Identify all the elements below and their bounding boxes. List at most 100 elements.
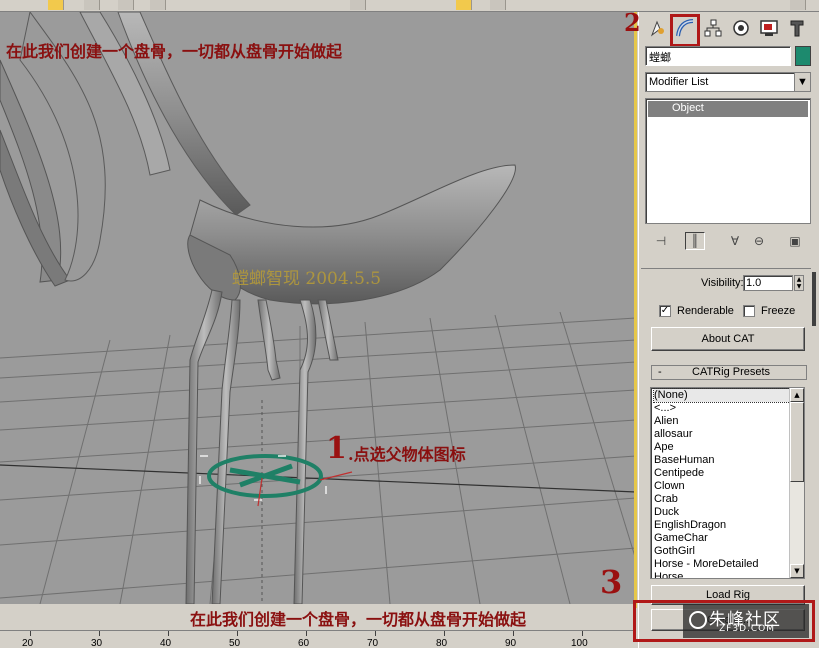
motion-icon: [733, 20, 749, 36]
list-item[interactable]: Horse - MoreDetailed: [654, 558, 790, 571]
tick-label: 40: [160, 638, 172, 648]
toolbar-button[interactable]: [350, 0, 366, 10]
tick-label: 90: [505, 638, 517, 648]
object-name-field[interactable]: 螳螂: [645, 46, 791, 66]
tick-mark: [237, 631, 238, 636]
modifier-list-label: Modifier List: [649, 76, 709, 88]
tick-mark: [375, 631, 376, 636]
tick-mark: [99, 631, 100, 636]
tick-label: 80: [436, 638, 448, 648]
timeline-ruler[interactable]: 20 30 40 50 60 70 80 90 100: [0, 630, 636, 648]
tick-mark: [444, 631, 445, 636]
scroll-thumb[interactable]: [790, 402, 804, 482]
show-end-result-icon[interactable]: ║: [685, 232, 705, 250]
create-tab[interactable]: [645, 16, 669, 40]
panel-scroll-thumb[interactable]: [812, 272, 816, 326]
list-item[interactable]: allosaur: [654, 428, 790, 441]
stack-item-object[interactable]: Object: [648, 101, 808, 117]
viewport-scene: [0, 12, 636, 604]
renderable-checkbox[interactable]: ✓: [659, 305, 671, 317]
list-item[interactable]: Duck: [654, 506, 790, 519]
catrig-rollout: Visibility: 1.0 ▲ ▼ ✓ Renderable Freeze A…: [641, 268, 811, 648]
list-item[interactable]: BaseHuman: [654, 454, 790, 467]
remove-modifier-icon[interactable]: ⊖: [749, 232, 769, 250]
viewport-background: [0, 12, 636, 604]
list-item[interactable]: Horse: [654, 571, 790, 578]
visibility-field[interactable]: 1.0: [743, 275, 793, 291]
modify-tab-highlight: [670, 14, 700, 47]
make-unique-icon[interactable]: ∀: [725, 232, 745, 250]
toolbar-button[interactable]: [490, 0, 506, 10]
scroll-down-icon[interactable]: ▼: [790, 564, 804, 578]
display-tab[interactable]: [757, 16, 781, 40]
utilities-tab[interactable]: [785, 16, 809, 40]
list-item[interactable]: Alien: [654, 415, 790, 428]
presets-scrollbar[interactable]: ▲ ▼: [789, 388, 804, 578]
visibility-label: Visibility:: [701, 277, 744, 289]
tick-label: 50: [229, 638, 241, 648]
hierarchy-icon: [704, 19, 722, 37]
collapse-icon: -: [658, 366, 662, 378]
tick-label: 100: [571, 638, 588, 648]
toolbar-button[interactable]: [118, 0, 134, 10]
tick-mark: [30, 631, 31, 636]
visibility-spinner[interactable]: ▲ ▼: [794, 275, 804, 291]
list-item[interactable]: GothGirl: [654, 545, 790, 558]
catrig-presets-list[interactable]: (None) <...> Alien allosaur Ape BaseHuma…: [650, 387, 805, 579]
tick-mark: [582, 631, 583, 636]
stack-toolbar: ⊣ ║ ∀ ⊖ ▣: [645, 230, 811, 252]
pin-stack-icon[interactable]: ⊣: [651, 232, 671, 250]
toolbar-select-button[interactable]: [48, 0, 64, 10]
list-item[interactable]: Crab: [654, 493, 790, 506]
list-item[interactable]: EnglishDragon: [654, 519, 790, 532]
modifier-stack[interactable]: Object: [645, 98, 811, 224]
tick-label: 20: [22, 638, 34, 648]
toolbar-button[interactable]: [84, 0, 100, 10]
main-toolbar: [0, 0, 819, 12]
tick-label: 60: [298, 638, 310, 648]
modifier-list-dropdown[interactable]: Modifier List ▼: [645, 72, 811, 92]
presets-title: CATRig Presets: [692, 366, 771, 378]
create-icon: [650, 20, 664, 37]
tick-mark: [513, 631, 514, 636]
about-cat-button[interactable]: About CAT: [651, 327, 805, 351]
list-item[interactable]: <...>: [654, 402, 790, 415]
catrig-presets-rollout-header[interactable]: - CATRig Presets: [651, 365, 807, 380]
tick-mark: [306, 631, 307, 636]
list-item[interactable]: Centipede: [654, 467, 790, 480]
logo-mark-icon: [689, 611, 707, 629]
viewport-active-border: [634, 12, 637, 608]
toolbar-snap-button[interactable]: [456, 0, 472, 10]
step1-label: .点选父物体图标: [348, 445, 466, 464]
motion-tab[interactable]: [729, 16, 753, 40]
list-item[interactable]: Clown: [654, 480, 790, 493]
renderable-label: Renderable: [677, 305, 734, 317]
command-panel-tabs: [639, 14, 819, 47]
command-panel-scrollbar[interactable]: [811, 268, 817, 638]
site-logo: 朱峰社区 ZF3D.COM: [683, 604, 809, 638]
configure-sets-icon[interactable]: ▣: [785, 232, 805, 250]
hierarchy-tab[interactable]: [701, 16, 725, 40]
step1-number: 1: [326, 431, 347, 466]
step3-number: 3: [600, 563, 623, 601]
list-item[interactable]: GameChar: [654, 532, 790, 545]
list-item[interactable]: (None): [653, 388, 791, 403]
toolbar-button[interactable]: [150, 0, 166, 10]
step2-number: 2: [624, 8, 641, 37]
list-item[interactable]: Ape: [654, 441, 790, 454]
command-panel: 螳螂 Modifier List ▼ Object ⊣ ║ ∀ ⊖ ▣ Visi…: [638, 12, 819, 648]
bottom-caption: 在此我们创建一个盘骨，一切都从盘骨开始做起: [190, 610, 527, 629]
logo-url: ZF3D.COM: [719, 624, 775, 634]
toolbar-button[interactable]: [790, 0, 806, 10]
tick-label: 30: [91, 638, 103, 648]
chevron-down-icon[interactable]: ▼: [794, 73, 810, 91]
watermark-text: 螳螂智现 2004.5.5: [232, 269, 382, 289]
freeze-checkbox[interactable]: [743, 305, 755, 317]
utilities-icon: [790, 20, 804, 37]
display-icon: [760, 20, 778, 36]
scroll-up-icon[interactable]: ▲: [790, 388, 804, 402]
object-color-swatch[interactable]: [795, 46, 811, 66]
freeze-label: Freeze: [761, 305, 796, 317]
tick-label: 70: [367, 638, 379, 648]
perspective-viewport[interactable]: 螳螂智现 2004.5.5 在此我们创建一个盘骨，一切都从盘骨开始做起 1 .点…: [0, 12, 636, 604]
